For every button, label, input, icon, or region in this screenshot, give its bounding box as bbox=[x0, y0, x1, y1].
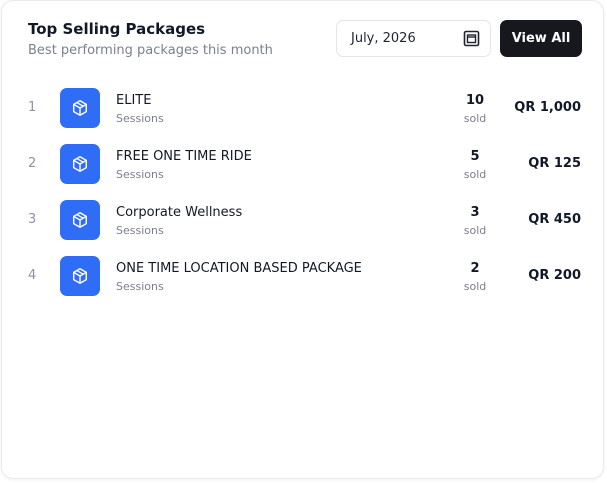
sold-label: sold bbox=[463, 112, 487, 125]
sold-label: sold bbox=[463, 280, 487, 293]
package-name: Corporate Wellness bbox=[116, 205, 243, 220]
package-box-icon bbox=[60, 144, 100, 184]
package-name: ONE TIME LOCATION BASED PACKAGE bbox=[116, 261, 362, 276]
rank-number: 1 bbox=[28, 100, 37, 115]
month-picker[interactable]: July, 2026 bbox=[336, 20, 491, 57]
calendar-icon[interactable] bbox=[462, 30, 480, 48]
sold-count: 2 bbox=[470, 261, 480, 276]
list-item[interactable]: 1 ELITE Sessions 10 sold QR 1,000 bbox=[2, 87, 605, 143]
package-type: Sessions bbox=[116, 168, 164, 181]
list-item[interactable]: 3 Corporate Wellness Sessions 3 sold QR … bbox=[2, 199, 605, 255]
package-type: Sessions bbox=[116, 112, 164, 125]
package-name: FREE ONE TIME RIDE bbox=[116, 149, 252, 164]
package-box-icon bbox=[60, 256, 100, 296]
package-price: QR 450 bbox=[528, 212, 581, 227]
rank-number: 2 bbox=[28, 156, 37, 171]
package-name: ELITE bbox=[116, 93, 152, 108]
package-box-icon bbox=[60, 200, 100, 240]
top-selling-packages-card: Top Selling Packages Best performing pac… bbox=[1, 0, 604, 479]
sold-count: 5 bbox=[470, 149, 480, 164]
rank-number: 3 bbox=[28, 212, 37, 227]
view-all-button[interactable]: View All bbox=[500, 20, 582, 57]
sold-label: sold bbox=[463, 168, 487, 181]
list-item[interactable]: 2 FREE ONE TIME RIDE Sessions 5 sold QR … bbox=[2, 143, 605, 199]
package-box-icon bbox=[60, 88, 100, 128]
sold-count: 3 bbox=[470, 205, 480, 220]
list-item[interactable]: 4 ONE TIME LOCATION BASED PACKAGE Sessio… bbox=[2, 255, 605, 311]
package-type: Sessions bbox=[116, 280, 164, 293]
package-price: QR 125 bbox=[528, 156, 581, 171]
card-subtitle: Best performing packages this month bbox=[28, 43, 273, 58]
package-price: QR 200 bbox=[528, 268, 581, 283]
package-price: QR 1,000 bbox=[514, 100, 581, 115]
package-list: 1 ELITE Sessions 10 sold QR 1,000 2 FREE… bbox=[2, 87, 605, 311]
sold-count: 10 bbox=[465, 93, 485, 108]
card-title: Top Selling Packages bbox=[28, 20, 206, 38]
package-type: Sessions bbox=[116, 224, 164, 237]
sold-label: sold bbox=[463, 224, 487, 237]
rank-number: 4 bbox=[28, 268, 37, 283]
month-picker-value: July, 2026 bbox=[351, 31, 416, 46]
